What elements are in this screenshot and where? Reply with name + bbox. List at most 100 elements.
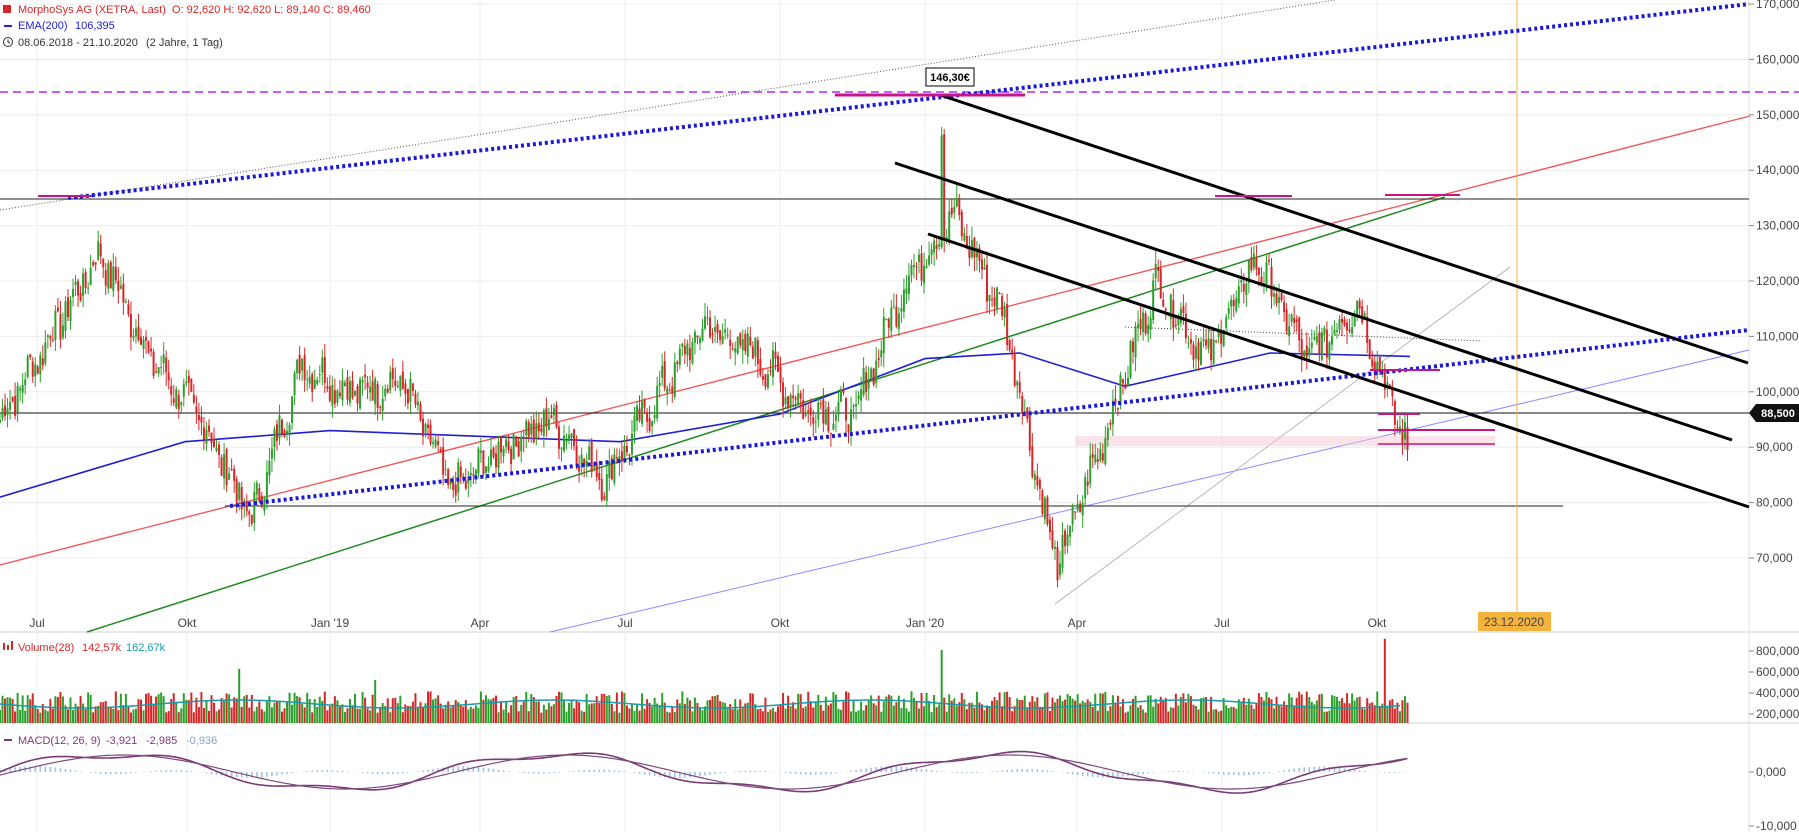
candle-body	[29, 354, 32, 358]
volume-bar	[434, 698, 437, 723]
volume-bar	[311, 712, 314, 723]
macd-hist-bar	[1011, 769, 1013, 772]
volume-bar	[598, 702, 601, 723]
candle-body	[429, 424, 432, 444]
volume-bar	[109, 708, 112, 723]
volume-bar	[918, 708, 921, 723]
volume-bar	[542, 704, 545, 723]
volume-bar	[1011, 711, 1014, 723]
candle-body	[834, 414, 837, 421]
candle-body	[477, 448, 480, 474]
candle-body	[683, 345, 686, 355]
volume-bar	[1192, 704, 1195, 723]
volume-bar	[943, 697, 946, 723]
volume-bar	[1187, 693, 1190, 723]
macd-hist-bar	[165, 770, 167, 772]
volume-bar	[860, 701, 863, 723]
candle-body	[238, 483, 241, 500]
volume-bar	[1091, 706, 1094, 723]
grey-thin-line	[1054, 266, 1511, 605]
volume-bar	[568, 702, 571, 723]
macd-hist-bar	[814, 772, 817, 775]
candle-body	[124, 301, 127, 303]
volume-bar	[102, 702, 105, 723]
volume-bar	[200, 692, 203, 723]
candle-body	[535, 423, 538, 438]
candle-body	[1330, 336, 1333, 345]
volume-bar	[867, 700, 870, 723]
macd-hist-bar	[1117, 772, 1119, 778]
volume-bar	[474, 705, 477, 723]
macd-hist-bar	[935, 771, 938, 772]
macd-hist-bar	[427, 769, 429, 772]
candle-body	[293, 372, 296, 396]
volume-bar	[298, 697, 301, 723]
volume-bar	[628, 708, 631, 723]
volume-bar	[336, 700, 339, 723]
y-tick-label: 130,000	[1756, 219, 1799, 233]
volume-bar	[51, 708, 54, 723]
volume-bar	[1293, 706, 1296, 723]
volume-bar	[661, 692, 664, 723]
candle-body	[416, 401, 419, 406]
candle-body	[1096, 459, 1099, 462]
volume-bar	[915, 701, 918, 723]
volume-bar	[563, 699, 565, 723]
candle-body	[61, 325, 64, 338]
candle-body	[323, 356, 326, 383]
candle-body	[432, 441, 435, 444]
macd-hist-bar	[825, 772, 827, 775]
candle-body	[1245, 283, 1248, 296]
candle-body	[502, 448, 505, 457]
candle-body	[16, 385, 19, 413]
volume-v2: 162,67k	[126, 642, 166, 654]
candle-body	[348, 381, 351, 403]
volume-bar	[31, 693, 34, 723]
candle-body	[678, 348, 681, 365]
candle-body	[331, 384, 334, 406]
volume-bar	[1154, 698, 1157, 723]
macd-hist-bar	[497, 769, 500, 772]
candle-body	[1308, 348, 1311, 356]
candle-body	[1144, 313, 1147, 334]
candle-body	[1184, 313, 1187, 339]
upper-dotted-line	[0, 0, 1336, 211]
volume-bar	[1290, 697, 1293, 723]
macd-hist-bar	[1031, 769, 1034, 772]
candle-body	[734, 348, 737, 353]
candle-body	[983, 267, 986, 270]
candle-body	[837, 401, 840, 415]
macd-hist-bar	[1217, 772, 1220, 775]
volume-bar	[1104, 691, 1107, 723]
volume-bar	[422, 707, 424, 723]
candle-body	[1197, 342, 1200, 361]
volume-bar	[653, 697, 656, 723]
volume-bar	[107, 707, 110, 723]
macd-hist-bar	[991, 771, 993, 772]
volume-bar	[552, 704, 555, 723]
volume-bar	[235, 698, 238, 723]
candle-body	[414, 393, 417, 405]
volume-bar	[1220, 710, 1223, 723]
volume-bar	[72, 709, 75, 723]
candle-body	[6, 408, 9, 415]
macd-hist-bar	[125, 772, 127, 774]
candle-body	[341, 380, 344, 400]
candle-body	[1250, 257, 1253, 271]
macd-hist-bar	[99, 772, 102, 774]
volume-v1: 142,57k	[82, 642, 122, 654]
macd-hist-bar	[306, 771, 308, 772]
volume-bar	[1371, 702, 1374, 723]
macd-hist-bar	[281, 772, 283, 775]
volume-bar	[988, 706, 991, 723]
candle-body	[459, 466, 462, 477]
volume-bar	[376, 712, 379, 723]
candle-body	[263, 498, 266, 512]
volume-bar	[1300, 694, 1303, 723]
volume-bar	[580, 710, 583, 723]
candles	[0, 127, 1409, 588]
volume-bar	[1076, 694, 1079, 723]
volume-bar	[369, 710, 372, 723]
candle-body	[892, 305, 895, 307]
volume-bar	[960, 692, 963, 723]
